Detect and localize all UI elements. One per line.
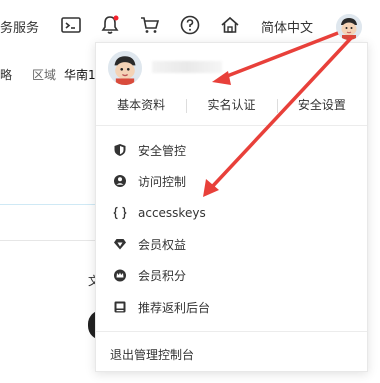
menu-item-label: 安全管控 (138, 143, 187, 158)
services-menu[interactable]: 务服务 (0, 17, 39, 36)
cart-icon[interactable] (139, 14, 161, 36)
subrow-left-text: 略 (0, 68, 13, 82)
menu-item-referral-backend[interactable]: 推荐返利后台 (96, 294, 367, 320)
diamond-icon (113, 237, 127, 251)
user-dropdown-panel: 基本资料 实名认证 安全设置 安全管控 访问控制 accesskeys 会员权益… (95, 42, 368, 372)
menu-item-label: 访问控制 (138, 174, 187, 189)
user-circle-icon (113, 174, 127, 188)
background-divider (0, 240, 100, 241)
badge-icon (113, 300, 127, 314)
key-bracket-icon (113, 206, 127, 220)
language-selector[interactable]: 简体中文 (261, 17, 313, 36)
logout-link[interactable]: 退出管理控制台 (110, 346, 194, 363)
panel-divider (96, 125, 367, 126)
menu-item-security-control[interactable]: 安全管控 (96, 137, 367, 163)
menu-item-label: accesskeys (138, 206, 206, 220)
shield-icon (113, 143, 127, 157)
menu-item-label: 推荐返利后台 (138, 300, 211, 315)
help-icon[interactable] (179, 14, 201, 36)
menu-item-accesskeys[interactable]: accesskeys (96, 200, 367, 226)
tab-security-settings[interactable]: 安全设置 (276, 96, 367, 113)
crown-icon (113, 268, 127, 282)
menu-item-label: 会员积分 (138, 268, 187, 283)
background-divider (0, 204, 100, 205)
region-label: 区域 (32, 68, 57, 82)
menu-item-label: 会员权益 (138, 237, 187, 252)
menu-item-member-benefits[interactable]: 会员权益 (96, 231, 367, 257)
home-icon[interactable] (219, 14, 241, 36)
user-avatar[interactable] (336, 14, 362, 40)
tab-real-name-verification[interactable]: 实名认证 (186, 96, 276, 113)
profile-tabs: 基本资料 实名认证 安全设置 (96, 91, 367, 117)
menu-item-member-points[interactable]: 会员积分 (96, 262, 367, 288)
menu-item-access-control[interactable]: 访问控制 (96, 168, 367, 194)
panel-divider (96, 331, 367, 332)
username-redacted (152, 61, 222, 73)
terminal-icon[interactable] (60, 14, 82, 36)
tab-basic-info[interactable]: 基本资料 (96, 96, 186, 113)
panel-avatar (108, 51, 142, 85)
region-value[interactable]: 华南1 (64, 66, 96, 83)
bell-icon[interactable] (99, 14, 121, 36)
